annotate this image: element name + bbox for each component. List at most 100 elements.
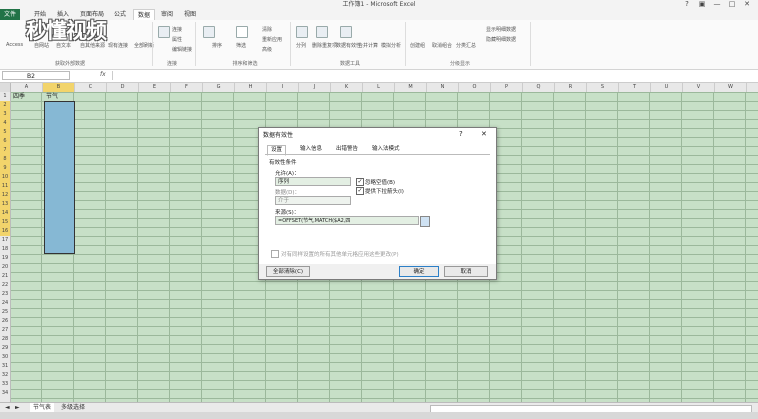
source-input[interactable]: =OFFSET(节气,MATCH($A2,四季,0)-1,1,1,COUNTA(… xyxy=(275,216,419,225)
row-header[interactable]: 21 xyxy=(0,272,10,281)
column-header[interactable]: R xyxy=(555,83,587,92)
column-header[interactable]: Q xyxy=(523,83,555,92)
cancel-button[interactable]: 取消 xyxy=(444,266,488,277)
ribbon-show-detail[interactable]: 显示明细数据 xyxy=(486,26,516,33)
name-box[interactable]: B2 xyxy=(2,71,70,80)
ribbon-clear[interactable]: 清除 xyxy=(262,26,272,33)
dialog-tab-input-message[interactable]: 输入信息 xyxy=(297,145,325,154)
row-header[interactable]: 10 xyxy=(0,173,10,182)
column-header[interactable]: W xyxy=(715,83,747,92)
close-button[interactable]: ✕ xyxy=(740,0,754,9)
text-to-columns-icon[interactable] xyxy=(296,26,308,38)
column-header[interactable]: F xyxy=(171,83,203,92)
column-header[interactable]: C xyxy=(75,83,107,92)
ribbon-what-if[interactable]: 模拟分析 xyxy=(381,42,401,49)
column-header[interactable]: J xyxy=(299,83,331,92)
tab-file[interactable]: 文件 xyxy=(0,9,21,20)
ribbon-remove-duplicates[interactable]: 删除重复项 xyxy=(312,42,337,49)
ribbon-ungroup[interactable]: 取消组合 xyxy=(432,42,452,49)
column-header[interactable]: U xyxy=(651,83,683,92)
column-header[interactable]: G xyxy=(203,83,235,92)
row-header[interactable]: 2 xyxy=(0,101,10,110)
column-header[interactable]: I xyxy=(267,83,299,92)
data-operator-select[interactable]: 介于 xyxy=(275,196,351,205)
row-header[interactable]: 19 xyxy=(0,254,10,263)
row-header[interactable]: 25 xyxy=(0,308,10,317)
row-header[interactable]: 4 xyxy=(0,119,10,128)
minimize-button[interactable]: — xyxy=(710,0,724,9)
ribbon-access[interactable]: Access xyxy=(6,42,23,48)
ribbon-consolidate[interactable]: 合并计算 xyxy=(358,42,378,49)
row-header[interactable]: 23 xyxy=(0,290,10,299)
remove-duplicates-icon[interactable] xyxy=(316,26,328,38)
column-header[interactable]: P xyxy=(491,83,523,92)
row-header[interactable]: 30 xyxy=(0,353,10,362)
tab-view[interactable]: 视图 xyxy=(180,9,200,20)
row-header[interactable]: 20 xyxy=(0,263,10,272)
row-header[interactable]: 32 xyxy=(0,371,10,380)
ribbon-reapply[interactable]: 重新应用 xyxy=(262,36,282,43)
ribbon-hide-detail[interactable]: 隐藏明细数据 xyxy=(486,36,516,43)
data-validation-icon[interactable] xyxy=(340,26,352,38)
column-header[interactable]: B xyxy=(43,83,75,92)
row-header[interactable]: 34 xyxy=(0,389,10,398)
column-header[interactable]: V xyxy=(683,83,715,92)
tab-review[interactable]: 审阅 xyxy=(157,9,177,20)
row-header[interactable]: 5 xyxy=(0,128,10,137)
column-header[interactable]: L xyxy=(363,83,395,92)
ribbon-filter[interactable]: 筛选 xyxy=(236,42,246,49)
fx-icon[interactable]: fx xyxy=(100,71,106,78)
row-header[interactable]: 1 xyxy=(0,92,10,101)
ribbon-display-button[interactable]: ▣ xyxy=(695,0,709,9)
ribbon-refresh-all[interactable]: 全部刷新 xyxy=(134,42,154,49)
ribbon-edit-links[interactable]: 编辑链接 xyxy=(172,46,192,53)
ok-button[interactable]: 确定 xyxy=(399,266,439,277)
sort-az-icon[interactable] xyxy=(203,26,215,38)
dialog-tab-error-alert[interactable]: 出错警告 xyxy=(333,145,361,154)
column-header[interactable]: H xyxy=(235,83,267,92)
row-header[interactable]: 17 xyxy=(0,236,10,245)
row-header[interactable]: 24 xyxy=(0,299,10,308)
dialog-close-button[interactable]: ✕ xyxy=(481,130,487,138)
row-header[interactable]: 28 xyxy=(0,335,10,344)
column-header[interactable]: D xyxy=(107,83,139,92)
ribbon-advanced[interactable]: 高级 xyxy=(262,46,272,53)
row-header[interactable]: 18 xyxy=(0,245,10,254)
column-header[interactable]: O xyxy=(459,83,491,92)
allow-select[interactable]: 序列 xyxy=(275,177,351,186)
column-header[interactable]: K xyxy=(331,83,363,92)
row-header[interactable]: 26 xyxy=(0,317,10,326)
row-header[interactable]: 6 xyxy=(0,137,10,146)
dialog-help-button[interactable]: ? xyxy=(459,130,463,138)
column-header[interactable]: S xyxy=(587,83,619,92)
column-header[interactable]: A xyxy=(11,83,43,92)
ribbon-properties[interactable]: 属性 xyxy=(172,36,182,43)
row-header[interactable]: 12 xyxy=(0,191,10,200)
ribbon-connections[interactable]: 连接 xyxy=(172,26,182,33)
cell-b1[interactable]: 节气 xyxy=(46,92,58,101)
column-header[interactable]: E xyxy=(139,83,171,92)
row-header[interactable]: 15 xyxy=(0,218,10,227)
row-header[interactable]: 31 xyxy=(0,362,10,371)
maximize-button[interactable]: □ xyxy=(725,0,739,9)
row-header[interactable]: 33 xyxy=(0,380,10,389)
ribbon-text-to-columns[interactable]: 分列 xyxy=(296,42,306,49)
ribbon-subtotal[interactable]: 分类汇总 xyxy=(456,42,476,49)
formula-input[interactable] xyxy=(112,71,753,80)
filter-icon[interactable] xyxy=(236,26,248,38)
row-header[interactable]: 9 xyxy=(0,164,10,173)
row-header[interactable]: 29 xyxy=(0,344,10,353)
row-header[interactable]: 11 xyxy=(0,182,10,191)
row-header[interactable]: 27 xyxy=(0,326,10,335)
apply-all-checkbox[interactable] xyxy=(271,250,279,258)
ribbon-sort[interactable]: 排序 xyxy=(212,42,222,49)
selected-range[interactable] xyxy=(44,101,75,254)
row-header[interactable]: 3 xyxy=(0,110,10,119)
ignore-blank-checkbox[interactable]: ✓ xyxy=(356,178,364,186)
select-all-corner[interactable] xyxy=(0,83,11,92)
row-header[interactable]: 22 xyxy=(0,281,10,290)
row-header[interactable]: 13 xyxy=(0,200,10,209)
range-picker-icon[interactable] xyxy=(420,216,430,227)
row-header[interactable]: 14 xyxy=(0,209,10,218)
dialog-tab-ime-mode[interactable]: 输入法模式 xyxy=(369,145,403,154)
